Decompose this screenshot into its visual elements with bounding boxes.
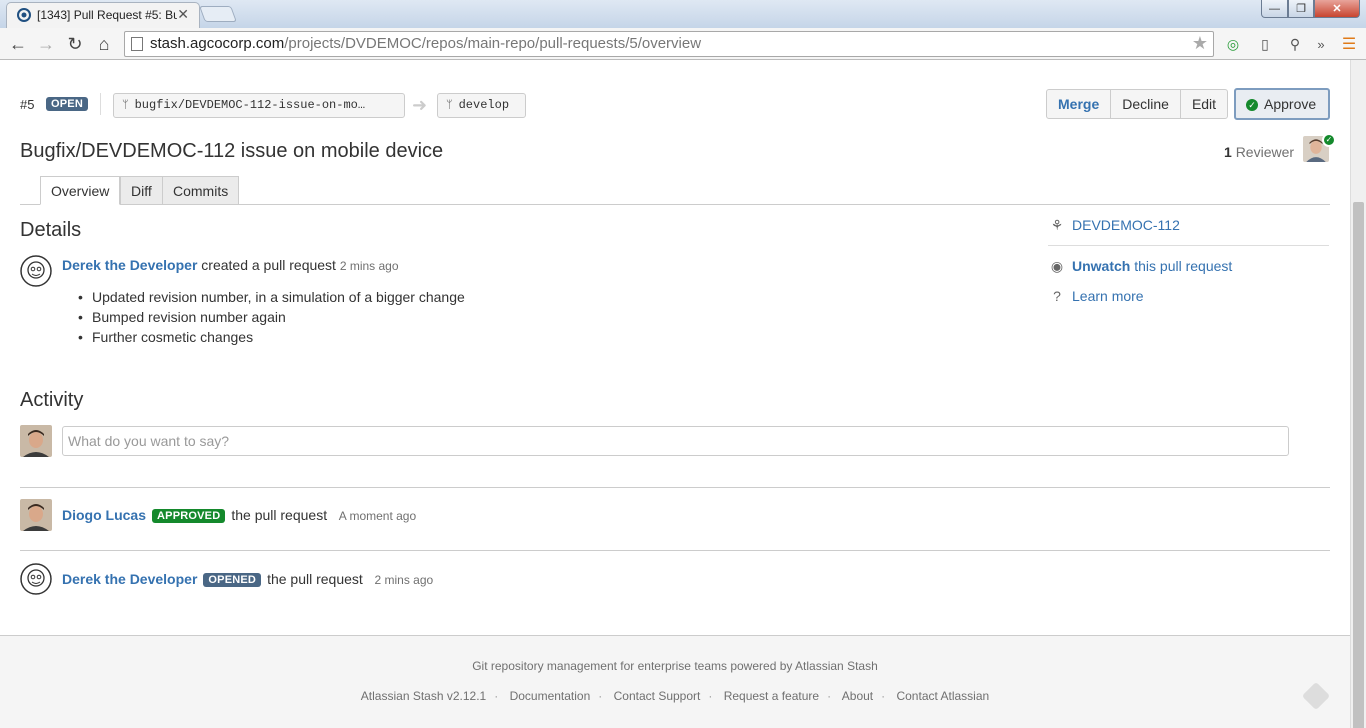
extension-plug-icon[interactable]: ⚲ xyxy=(1284,33,1306,55)
page-icon xyxy=(131,37,143,51)
sidebar-divider xyxy=(1048,245,1329,246)
tab-close-icon[interactable]: ✕ xyxy=(177,6,189,23)
url-text: stash.agcocorp.com/projects/DVDEMOC/repo… xyxy=(150,35,702,52)
activity-event-opened: Derek the Developer OPENED the pull reques… xyxy=(62,571,433,587)
source-branch-name: bugfix/DEVDEMOC-112-issue-on-mo… xyxy=(134,98,366,112)
branch-icon: ᛘ xyxy=(446,100,453,112)
approved-badge: APPROVED xyxy=(152,509,226,523)
extension-phone-icon[interactable]: ▯ xyxy=(1254,33,1276,55)
unwatch-label: Unwatch xyxy=(1072,258,1131,274)
check-icon: ✓ xyxy=(1246,99,1258,111)
list-item: Updated revision number, in a simulation… xyxy=(78,287,465,307)
browser-tab-title: [1343] Pull Request #5: Bu xyxy=(37,8,177,22)
unwatch-link[interactable]: ◉ Unwatch this pull request xyxy=(1048,258,1232,275)
approve-button[interactable]: ✓ Approve xyxy=(1234,88,1330,120)
browser-tab-strip: [1343] Pull Request #5: Bu ✕ — ❐ ✕ xyxy=(0,0,1366,28)
activity-divider xyxy=(20,550,1330,551)
tab-commits[interactable]: Commits xyxy=(162,176,240,205)
page-content: #5 OPEN ᛘ bugfix/DEVDEMOC-112-issue-on-mo… xyxy=(0,60,1350,728)
list-item: Further cosmetic changes xyxy=(78,327,465,347)
reviewer-count[interactable]: 1 Reviewer xyxy=(1224,144,1294,160)
pull-request-id: #5 xyxy=(20,97,35,112)
extensions-overflow-icon[interactable]: » xyxy=(1310,33,1332,55)
description-list: Updated revision number, in a simulation… xyxy=(78,287,465,347)
pr-state-badge: OPEN xyxy=(46,97,88,111)
footer-about-link[interactable]: About xyxy=(842,689,873,703)
learn-more-link[interactable]: ? Learn more xyxy=(1048,288,1144,304)
stash-favicon-icon xyxy=(17,8,31,22)
activity-user-link[interactable]: Diogo Lucas xyxy=(62,507,146,523)
details-heading: Details xyxy=(20,219,82,241)
footer-links: Atlassian Stash v2.12.1 · Documentation · … xyxy=(360,689,990,703)
page-footer: Git repository management for enterprise… xyxy=(0,635,1350,728)
activity-divider xyxy=(20,487,1330,488)
home-icon[interactable]: ⌂ xyxy=(92,32,116,56)
jira-issue-link[interactable]: ⚘ DEVDEMOC-112 xyxy=(1048,217,1180,234)
activity-heading: Activity xyxy=(20,389,84,411)
merge-direction-arrow-icon: ➜ xyxy=(412,95,428,115)
edit-button[interactable]: Edit xyxy=(1181,90,1227,118)
target-branch[interactable]: ᛘ develop xyxy=(437,93,526,118)
reviewer-approved-check-icon: ✓ xyxy=(1322,133,1336,147)
footer-contact-support-link[interactable]: Contact Support xyxy=(614,689,701,703)
created-time: 2 mins ago xyxy=(339,259,399,273)
activity-user-link[interactable]: Derek the Developer xyxy=(62,571,197,587)
extension-sync-icon[interactable]: ◎ xyxy=(1222,33,1244,55)
opened-badge: OPENED xyxy=(203,573,262,587)
footer-request-feature-link[interactable]: Request a feature xyxy=(724,689,819,703)
approve-label: Approve xyxy=(1264,96,1317,112)
scrollbar-thumb[interactable] xyxy=(1353,202,1364,728)
unwatch-rest: this pull request xyxy=(1134,258,1233,274)
created-action-text: created a pull request xyxy=(201,257,336,273)
target-branch-name: develop xyxy=(458,98,510,112)
address-bar[interactable]: stash.agcocorp.com/projects/DVDEMOC/repo… xyxy=(124,31,1214,57)
footer-contact-atlassian-link[interactable]: Contact Atlassian xyxy=(896,689,989,703)
tab-overview[interactable]: Overview xyxy=(40,176,121,205)
browser-tab[interactable]: [1343] Pull Request #5: Bu ✕ xyxy=(6,2,200,28)
help-icon: ? xyxy=(1053,288,1061,304)
page-title: Bugfix/DEVDEMOC-112 issue on mobile devi… xyxy=(20,140,444,162)
bookmark-star-icon[interactable]: ★ xyxy=(1192,33,1208,54)
footer-documentation-link[interactable]: Documentation xyxy=(510,689,591,703)
author-avatar[interactable] xyxy=(20,255,52,287)
reload-icon[interactable]: ↻ xyxy=(63,32,87,56)
jira-issue-key: DEVDEMOC-112 xyxy=(1072,217,1180,233)
tab-diff[interactable]: Diff xyxy=(120,176,163,205)
new-tab-button[interactable] xyxy=(199,6,237,22)
header-divider xyxy=(100,93,101,115)
comment-input[interactable]: What do you want to say? xyxy=(62,426,1289,456)
learn-more-label: Learn more xyxy=(1072,288,1144,304)
back-arrow-icon[interactable]: ← xyxy=(6,32,30,56)
activity-text: the pull request xyxy=(231,507,328,523)
footer-tagline: Git repository management for enterprise… xyxy=(472,659,878,673)
page-scrollbar[interactable] xyxy=(1350,60,1366,728)
branch-icon: ᛘ xyxy=(122,100,129,112)
current-user-avatar xyxy=(20,425,52,457)
activity-event-approved: Diogo Lucas APPROVED the pull request A mo… xyxy=(62,507,416,523)
activity-time: 2 mins ago xyxy=(374,573,434,587)
author-link[interactable]: Derek the Developer xyxy=(62,257,197,273)
activity-time: A moment ago xyxy=(338,509,417,523)
forward-arrow-icon[interactable]: → xyxy=(34,32,58,56)
merge-button[interactable]: Merge xyxy=(1047,90,1112,118)
atlassian-logo-icon xyxy=(1301,681,1331,711)
pr-created-line: Derek the Developer created a pull reque… xyxy=(62,257,399,273)
window-minimize-button[interactable]: — xyxy=(1261,0,1288,18)
derek-avatar[interactable] xyxy=(20,563,52,595)
window-close-button[interactable]: ✕ xyxy=(1314,0,1360,18)
list-item: Bumped revision number again xyxy=(78,307,465,327)
activity-text: the pull request xyxy=(267,571,363,587)
window-maximize-button[interactable]: ❐ xyxy=(1288,0,1314,18)
jira-issue-icon: ⚘ xyxy=(1050,217,1064,233)
browser-menu-icon[interactable]: ☰ xyxy=(1338,33,1360,55)
decline-button[interactable]: Decline xyxy=(1111,90,1181,118)
source-branch[interactable]: ᛘ bugfix/DEVDEMOC-112-issue-on-mo… xyxy=(113,93,405,118)
pr-action-buttons: Merge Decline Edit xyxy=(1046,89,1229,119)
eye-icon: ◉ xyxy=(1050,258,1064,274)
pr-tabs: Overview Diff Commits xyxy=(20,176,1330,205)
diogo-avatar[interactable] xyxy=(20,499,52,531)
browser-toolbar: ← → ↻ ⌂ stash.agcocorp.com/projects/DVDE… xyxy=(0,28,1366,60)
footer-version-link[interactable]: Atlassian Stash v2.12.1 xyxy=(361,689,486,703)
